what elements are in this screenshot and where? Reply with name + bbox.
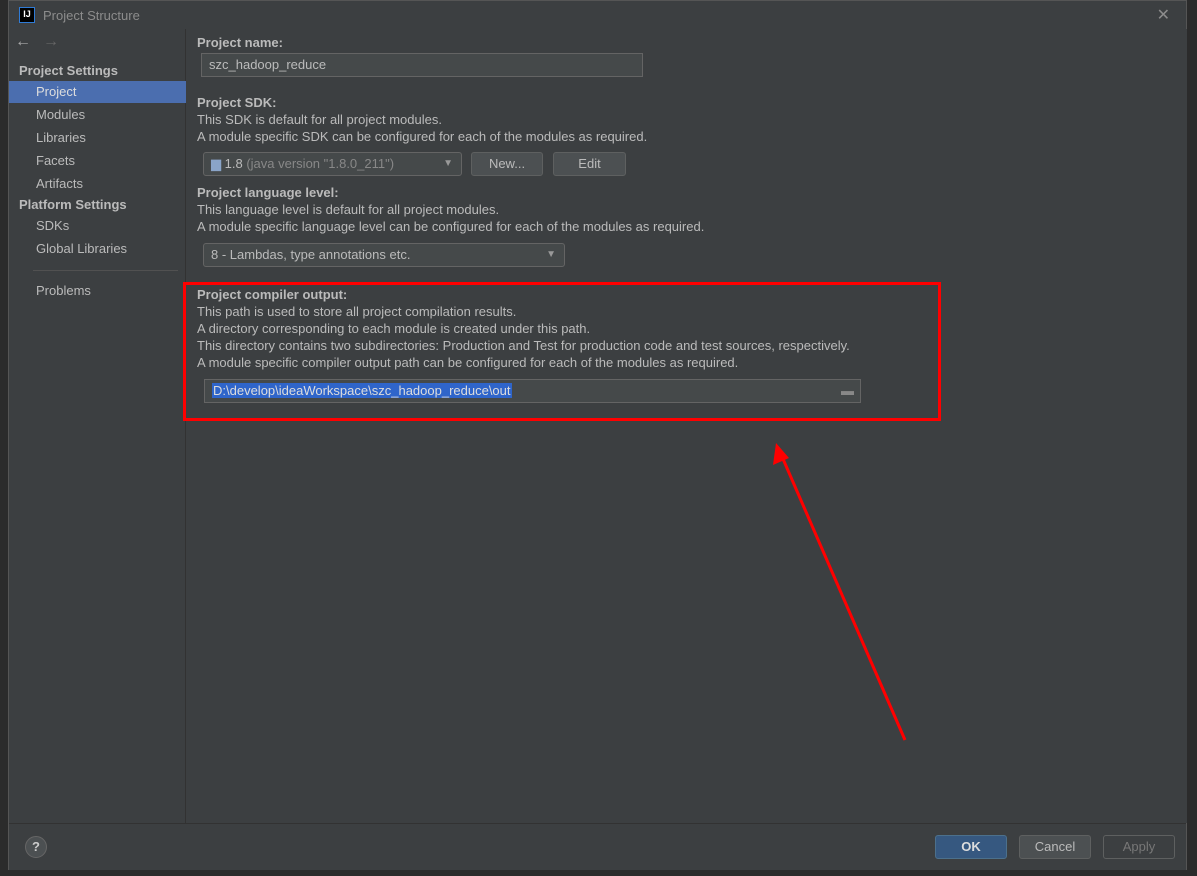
- annotation-arrow: [773, 443, 907, 741]
- arrow-head-icon: [773, 443, 789, 465]
- arrow-line: [778, 451, 907, 741]
